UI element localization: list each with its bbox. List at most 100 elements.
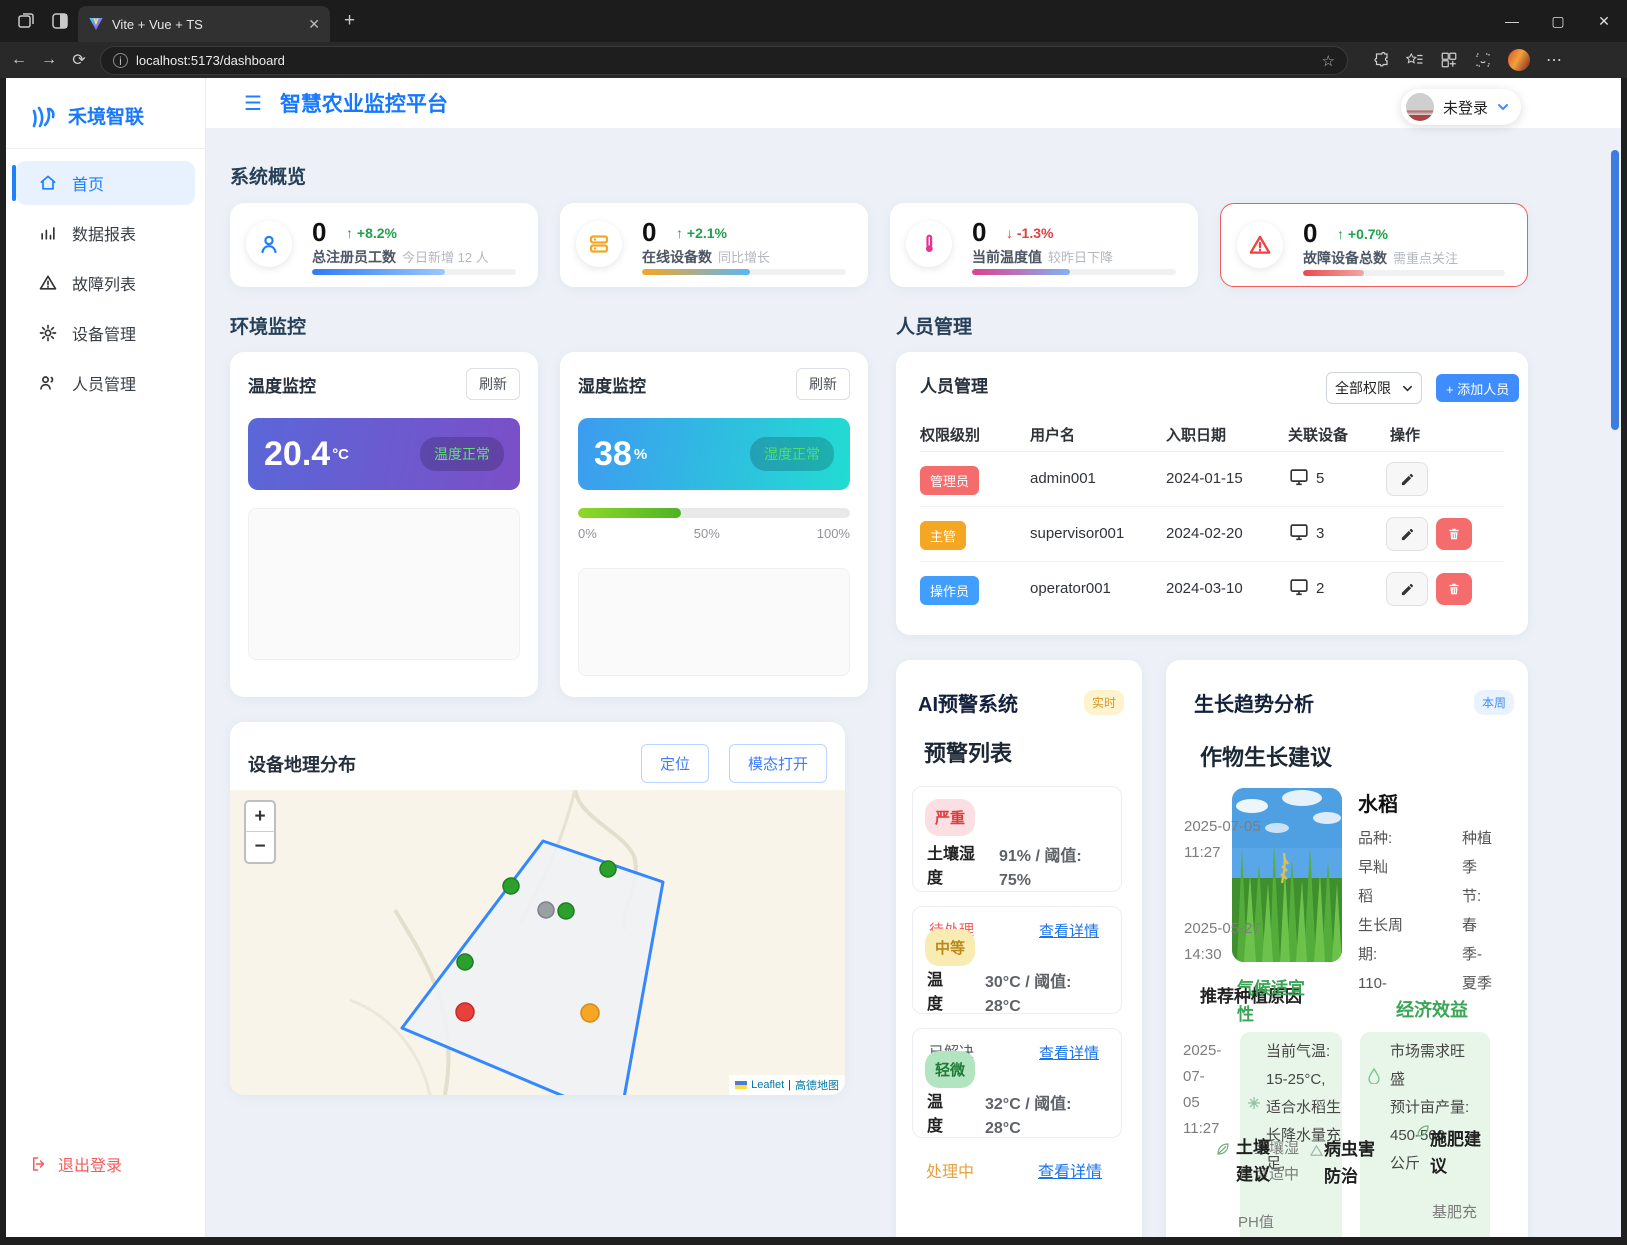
workspaces-icon[interactable] <box>16 11 36 31</box>
stat-value: 0 <box>1303 218 1317 249</box>
edit-button[interactable] <box>1386 517 1428 551</box>
window-maximize-button[interactable]: ▢ <box>1535 0 1581 42</box>
username-cell: operator001 <box>1030 580 1111 597</box>
tab-search-icon[interactable] <box>50 11 70 31</box>
alert-footer-status: 处理中 <box>926 1158 974 1182</box>
window-close-button[interactable]: ✕ <box>1581 0 1627 42</box>
humidity-chart-placeholder <box>578 568 850 676</box>
favorites-icon[interactable] <box>1406 51 1424 69</box>
address-bar[interactable]: i localhost:5173/dashboard ☆ <box>100 46 1348 75</box>
map-card-title: 设备地理分布 <box>248 751 356 777</box>
stat-card-temperature: 0 ↓ -1.3% 当前温度值较昨日下降 <box>890 203 1198 287</box>
bookmark-star-icon[interactable]: ☆ <box>1322 52 1335 70</box>
new-tab-button[interactable]: + <box>344 10 355 32</box>
ai-alert-title: AI预警系统 <box>918 688 1018 717</box>
col-date: 入职日期 <box>1166 424 1226 445</box>
chevron-down-icon <box>1497 101 1509 113</box>
username-cell: admin001 <box>1030 470 1096 487</box>
trend-arrow-icon: ↑ <box>346 225 353 241</box>
back-button[interactable]: ← <box>4 45 34 75</box>
stat-label: 总注册员工数今日新增 12 人 <box>312 247 489 267</box>
scrollbar-thumb[interactable] <box>1611 150 1619 430</box>
browser-menu-icon[interactable]: ⋯ <box>1546 50 1563 70</box>
leaflet-map[interactable]: + − Leaflet | 高德地图 <box>230 790 845 1095</box>
edit-button[interactable] <box>1386 572 1428 606</box>
locate-button[interactable]: 定位 <box>641 744 709 783</box>
alert-item[interactable]: 待处理 查看详情 中等 温度 30°C / 阈值: 28°C <box>912 906 1122 1014</box>
attribution-leaflet-link[interactable]: Leaflet <box>751 1079 784 1091</box>
menu-toggle-icon[interactable]: ☰ <box>244 91 262 116</box>
pencil-icon <box>1400 527 1415 542</box>
temperature-chart-placeholder <box>248 508 520 660</box>
leaf-icon <box>1216 1142 1230 1156</box>
sidebar-item-label: 故障列表 <box>72 271 136 295</box>
leaflet-flag-icon <box>735 1081 747 1089</box>
temperature-card-title: 温度监控 <box>248 372 316 397</box>
map-zoom-in-button[interactable]: + <box>246 802 274 832</box>
vite-logo-icon <box>88 16 104 32</box>
role-badge: 操作员 <box>920 576 979 605</box>
temperature-value: 20.4 <box>264 435 330 474</box>
soil-partial-text: PH值 <box>1238 1210 1274 1236</box>
stat-trend: ↑ +8.2% <box>346 225 397 241</box>
sidebar-item-faults[interactable]: 故障列表 <box>16 261 195 305</box>
view-detail-link[interactable]: 查看详情 <box>1039 1042 1099 1063</box>
heading-climate: 气候适宜性 <box>1237 976 1313 1028</box>
alert-level-badge: 中等 <box>925 929 975 966</box>
refresh-button[interactable]: ⟳ <box>64 45 94 75</box>
sidebar-item-home[interactable]: 首页 <box>16 161 195 205</box>
map-marker-green <box>600 861 616 877</box>
temperature-unit: °C <box>332 446 349 463</box>
growth-panel: 生长趋势分析 本周 作物生长建议 <box>1166 660 1528 1245</box>
alert-item[interactable]: 已解决 查看详情 轻微 温度 32°C / 阈值: 28°C <box>912 1028 1122 1138</box>
alert-value: 32°C / 阈值: 28°C <box>985 1093 1111 1141</box>
humidity-refresh-button[interactable]: 刷新 <box>796 368 850 400</box>
alert-item[interactable]: 严重 土壤湿度 91% / 阈值: 75% <box>912 786 1122 892</box>
tab-close-icon[interactable]: ✕ <box>308 16 320 33</box>
site-info-icon[interactable]: i <box>113 53 128 68</box>
tab-title: Vite + Vue + TS <box>112 17 300 32</box>
stat-trend: ↓ -1.3% <box>1006 225 1053 241</box>
browser-profile-avatar[interactable] <box>1508 49 1530 71</box>
browser-tab[interactable]: Vite + Vue + TS ✕ <box>78 6 330 42</box>
scale-start: 0% <box>578 526 597 541</box>
delete-button[interactable] <box>1436 518 1472 550</box>
toolbar-extensions-area: ⋯ <box>1372 42 1563 78</box>
modal-open-button[interactable]: 模态打开 <box>729 744 827 783</box>
forward-button[interactable]: → <box>34 45 64 75</box>
logout-button[interactable]: 退出登录 <box>30 1152 122 1176</box>
heading-pest: 病虫害防治 <box>1324 1136 1382 1190</box>
temperature-refresh-button[interactable]: 刷新 <box>466 368 520 400</box>
col-role: 权限级别 <box>920 424 980 445</box>
sidebar-item-reports[interactable]: 数据报表 <box>16 211 195 255</box>
delete-button[interactable] <box>1436 573 1472 605</box>
home-icon <box>38 173 58 193</box>
permission-filter-select[interactable]: 全部权限 <box>1326 372 1422 404</box>
personnel-card: 人员管理 全部权限 + 添加人员 权限级别 用户名 入职日期 关联设备 操作 管… <box>896 352 1528 635</box>
collections-icon[interactable] <box>1440 51 1458 69</box>
growth-timestamp: 2025-07-05 11:27 <box>1183 1038 1221 1142</box>
add-person-button[interactable]: + 添加人员 <box>1436 374 1519 402</box>
thermometer-icon <box>906 221 952 267</box>
chevron-down-icon <box>1402 383 1413 394</box>
humidity-card: 湿度监控 刷新 38 % 湿度正常 0% 50% 100% <box>560 352 868 697</box>
extensions-icon[interactable] <box>1372 51 1390 69</box>
sidebar-item-personnel[interactable]: 人员管理 <box>16 361 195 405</box>
screen: Vite + Vue + TS ✕ + — ▢ ✕ ← → ⟳ ⌂ i loca… <box>0 0 1627 1245</box>
sidebar-item-devices[interactable]: 设备管理 <box>16 311 195 355</box>
stat-label: 故障设备总数需重点关注 <box>1303 248 1458 268</box>
edit-button[interactable] <box>1386 462 1428 496</box>
map-zoom-out-button[interactable]: − <box>246 832 274 862</box>
sidebar-item-label: 数据报表 <box>72 221 136 245</box>
section-title-overview: 系统概览 <box>230 162 306 189</box>
window-minimize-button[interactable]: — <box>1489 0 1535 42</box>
temperature-card: 温度监控 刷新 20.4 °C 温度正常 <box>230 352 538 697</box>
view-detail-link[interactable]: 查看详情 <box>1039 920 1099 941</box>
stat-progress <box>312 269 516 275</box>
web-capture-icon[interactable] <box>1474 51 1492 69</box>
view-detail-link[interactable]: 查看详情 <box>1038 1158 1102 1182</box>
attribution-source-link[interactable]: 高德地图 <box>795 1077 839 1093</box>
role-badge: 主管 <box>920 521 966 550</box>
stat-progress <box>972 269 1176 275</box>
user-menu[interactable]: 未登录 <box>1401 89 1521 125</box>
